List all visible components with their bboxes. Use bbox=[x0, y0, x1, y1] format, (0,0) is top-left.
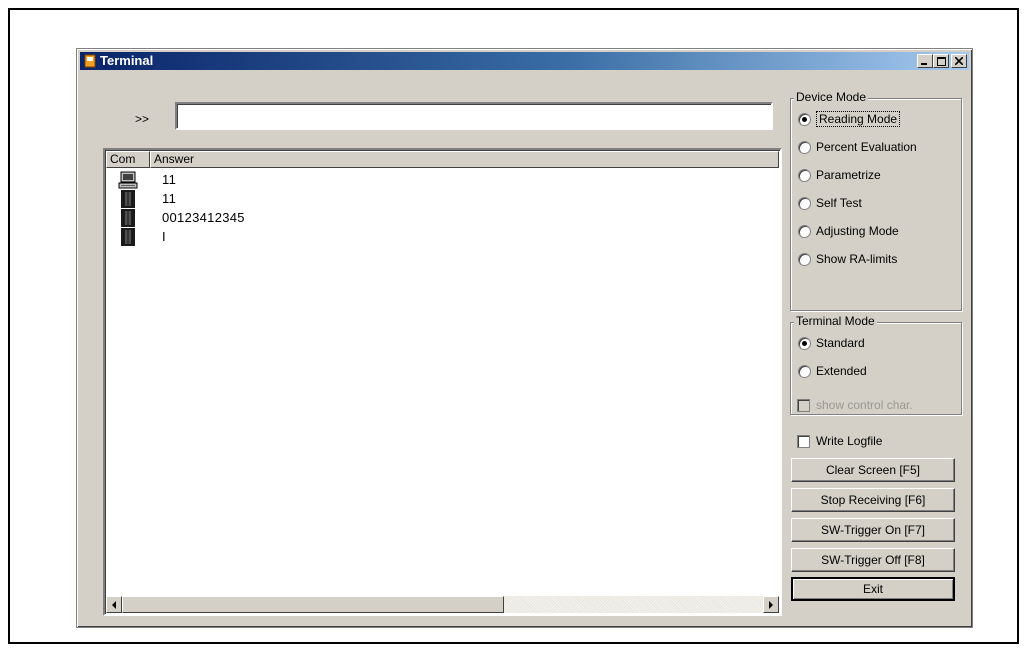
command-input[interactable] bbox=[175, 102, 773, 130]
sw-trigger-off-button[interactable]: SW-Trigger Off [F8] bbox=[791, 548, 955, 572]
radio-self-test[interactable]: Self Test bbox=[798, 196, 862, 210]
window-title: Terminal bbox=[100, 53, 154, 68]
minimize-icon bbox=[921, 63, 927, 65]
column-answer[interactable]: Answer bbox=[150, 151, 779, 168]
radio-label: Show RA-limits bbox=[816, 252, 898, 266]
command-prompt: >> bbox=[135, 112, 150, 126]
exit-button[interactable]: Exit bbox=[791, 577, 955, 601]
arrow-left-icon bbox=[112, 600, 116, 609]
radio-reading-mode[interactable]: Reading Mode bbox=[798, 111, 901, 127]
list-header: Com Answer bbox=[106, 151, 779, 168]
write-logfile-checkbox[interactable]: Write Logfile bbox=[797, 434, 882, 448]
radio-label: Standard bbox=[816, 336, 865, 350]
answer-value: I bbox=[162, 229, 166, 244]
radio-indicator bbox=[798, 364, 811, 378]
maximize-icon bbox=[936, 56, 946, 66]
device-icon bbox=[116, 189, 140, 208]
terminal-mode-title: Terminal Mode bbox=[794, 314, 877, 328]
terminal-window: Terminal >> Com Answer 11 11 00123412345… bbox=[76, 48, 973, 628]
clear-screen-button[interactable]: Clear Screen [F5] bbox=[791, 458, 955, 482]
show-control-char-checkbox[interactable]: show control char. bbox=[797, 398, 913, 412]
device-icon bbox=[116, 208, 140, 227]
stop-receiving-button[interactable]: Stop Receiving [F6] bbox=[791, 488, 955, 512]
list-rows: 11 11 00123412345 I bbox=[106, 170, 779, 246]
device-mode-title: Device Mode bbox=[794, 90, 869, 104]
radio-indicator bbox=[798, 140, 811, 154]
radio-label: Self Test bbox=[816, 196, 862, 210]
radio-indicator bbox=[798, 252, 811, 266]
device-mode-group: Device Mode Reading Mode Percent Evaluat… bbox=[790, 90, 962, 311]
radio-indicator bbox=[798, 336, 811, 350]
table-row[interactable]: 11 bbox=[106, 189, 779, 208]
checkbox-indicator bbox=[797, 398, 810, 412]
column-com[interactable]: Com bbox=[106, 151, 150, 168]
checkbox-label: Write Logfile bbox=[816, 434, 883, 448]
checkbox-label: show control char. bbox=[816, 398, 913, 412]
radio-percent-evaluation[interactable]: Percent Evaluation bbox=[798, 140, 917, 154]
device-icon bbox=[116, 227, 140, 246]
table-row[interactable]: I bbox=[106, 227, 779, 246]
sw-trigger-on-button[interactable]: SW-Trigger On [F7] bbox=[791, 518, 955, 542]
radio-indicator bbox=[798, 196, 811, 210]
table-row[interactable]: 00123412345 bbox=[106, 208, 779, 227]
title-bar[interactable]: Terminal bbox=[80, 52, 969, 70]
close-button[interactable] bbox=[951, 54, 967, 68]
answer-value: 11 bbox=[162, 191, 177, 206]
answer-list[interactable]: Com Answer 11 11 00123412345 I bbox=[103, 148, 782, 616]
computer-icon bbox=[116, 171, 140, 189]
radio-adjusting-mode[interactable]: Adjusting Mode bbox=[798, 224, 899, 238]
radio-indicator bbox=[798, 224, 811, 238]
radio-indicator bbox=[798, 168, 811, 182]
radio-label: Adjusting Mode bbox=[816, 224, 899, 238]
radio-label: Percent Evaluation bbox=[816, 140, 917, 154]
scroll-thumb[interactable] bbox=[122, 596, 504, 613]
radio-label: Extended bbox=[816, 364, 867, 378]
close-icon bbox=[955, 57, 963, 65]
maximize-button[interactable] bbox=[933, 54, 949, 68]
radio-show-ra-limits[interactable]: Show RA-limits bbox=[798, 252, 897, 266]
radio-extended[interactable]: Extended bbox=[798, 364, 867, 378]
minimize-button[interactable] bbox=[917, 54, 933, 68]
radio-indicator bbox=[798, 112, 811, 126]
radio-standard[interactable]: Standard bbox=[798, 336, 865, 350]
horizontal-scrollbar[interactable] bbox=[106, 596, 779, 613]
checkbox-indicator bbox=[797, 434, 810, 448]
answer-value: 11 bbox=[162, 172, 177, 187]
arrow-right-icon bbox=[769, 600, 773, 609]
radio-label: Reading Mode bbox=[816, 111, 901, 127]
answer-value: 00123412345 bbox=[162, 210, 245, 225]
radio-parametrize[interactable]: Parametrize bbox=[798, 168, 881, 182]
table-row[interactable]: 11 bbox=[106, 170, 779, 189]
scroll-right-button[interactable] bbox=[763, 596, 779, 613]
app-icon bbox=[84, 54, 96, 68]
radio-label: Parametrize bbox=[816, 168, 881, 182]
scroll-left-button[interactable] bbox=[106, 596, 122, 613]
